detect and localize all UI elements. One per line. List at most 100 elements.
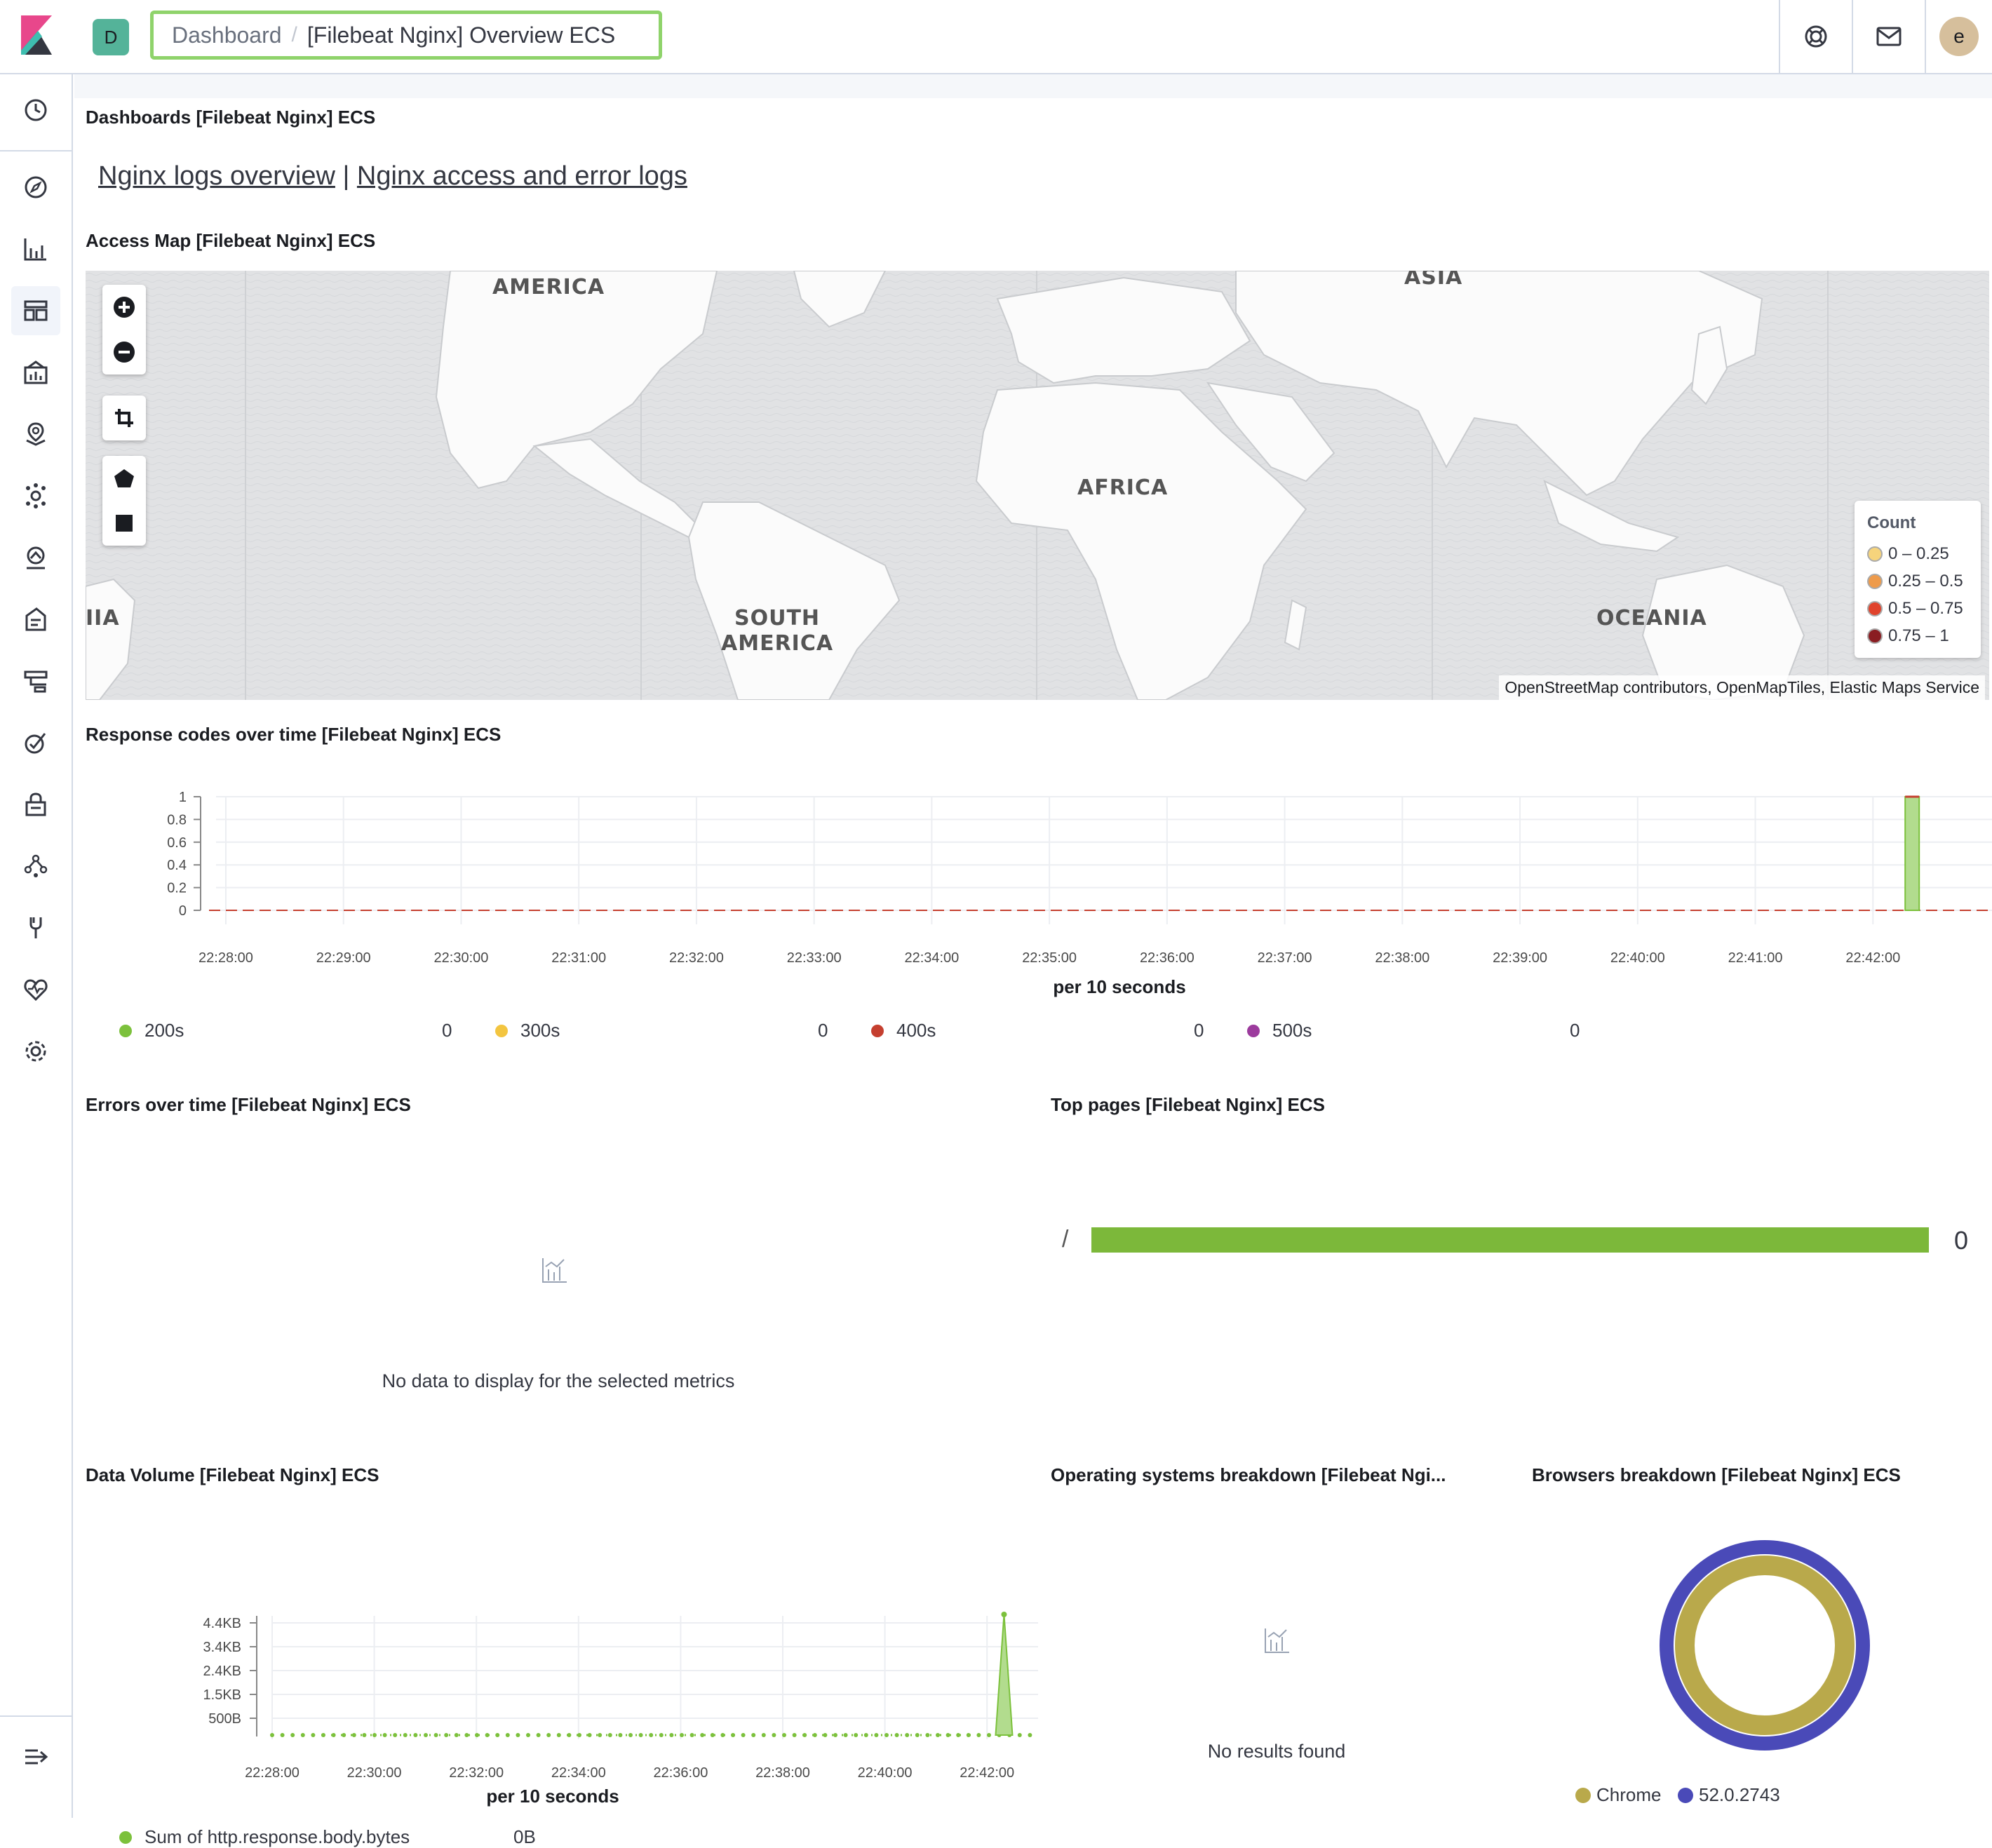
response-codes-chart[interactable]: 0 0.2 0.4 0.6 0.8 1 22:28:00 22:29:00 22:30:00 2… [116, 776, 1992, 1063]
user-menu-button[interactable]: e [1925, 0, 1992, 73]
nav-siem-button[interactable] [15, 784, 56, 825]
nginx-logs-overview-link[interactable]: Nginx logs overview [98, 161, 335, 191]
zoom-in-button[interactable] [102, 285, 146, 330]
crop-icon [115, 409, 133, 427]
nav-clock-button[interactable] [15, 90, 56, 130]
response-codes-xlabel: per 10 seconds [1053, 976, 1185, 997]
nav-compass-button[interactable] [15, 167, 56, 208]
x-tick-label: 22:28:00 [245, 1765, 300, 1781]
series-body-bytes-point [628, 1733, 633, 1737]
series-body-bytes-point [782, 1733, 786, 1737]
nav-collapse-button[interactable] [15, 1736, 56, 1777]
nav-ml-button[interactable] [15, 476, 56, 516]
series-body-bytes-point [710, 1733, 715, 1737]
map-legend: Count 0 – 0.25 0.25 – 0.5 0.5 – 0.75 0.7… [1855, 501, 1981, 658]
legend-value: 0 [818, 1020, 828, 1041]
browsers-donut-chart[interactable] [1655, 1536, 1874, 1755]
legend-label: Sum of http.response.body.bytes [144, 1826, 410, 1847]
y-tick-label: 4.4KB [203, 1616, 241, 1631]
clock-icon [25, 99, 47, 121]
legend-item-500s[interactable]: 500s [1247, 1020, 1312, 1041]
legend-dot-icon [495, 1024, 508, 1037]
series-body-bytes-point [659, 1733, 664, 1737]
series-body-bytes-point [567, 1733, 572, 1737]
links-separator: | [342, 161, 350, 191]
x-tick-label: 22:39:00 [1493, 950, 1547, 966]
x-tick-label: 22:37:00 [1258, 950, 1312, 966]
logs-icon [25, 607, 46, 631]
map-legend-label: 0 – 0.25 [1888, 544, 1949, 563]
donut-ring-chrome[interactable] [1675, 1556, 1855, 1735]
fit-bounds-button[interactable] [102, 396, 146, 440]
zoom-out-button[interactable] [102, 330, 146, 375]
nav-management-button[interactable] [15, 1031, 56, 1072]
legend-value: 0B [513, 1826, 536, 1847]
nav-divider [0, 1715, 72, 1717]
apm-icon [24, 670, 48, 693]
legend-label: 500s [1272, 1020, 1312, 1041]
legend-item-400s[interactable]: 400s [871, 1020, 936, 1041]
nav-uptime-button[interactable] [15, 722, 56, 763]
draw-polygon-button[interactable] [102, 456, 146, 501]
data-volume-chart[interactable]: 500B 1.5KB 2.4KB 3.4KB 4.4KB 22:28:00 22:30:0… [116, 1526, 1056, 1821]
nav-dev-tools-button[interactable] [15, 908, 56, 948]
nav-maps-button[interactable] [15, 414, 56, 454]
access-map[interactable]: AMERICA ASIA AFRICA SOUTH AMERICA OCEANI… [86, 271, 1989, 700]
nav-infrastructure-button[interactable] [15, 537, 56, 578]
dashboard-icon [24, 300, 48, 321]
series-body-bytes-point [936, 1733, 940, 1737]
nav-monitoring-button[interactable] [15, 969, 56, 1010]
kibana-logo-icon[interactable] [21, 15, 52, 55]
series-body-bytes-point [536, 1733, 541, 1737]
draw-rectangle-button[interactable] [102, 501, 146, 546]
breadcrumb-dashboard-link[interactable]: Dashboard [172, 22, 282, 48]
legend-item-300s[interactable]: 300s [495, 1020, 560, 1041]
legend-value: 0 [442, 1020, 452, 1041]
series-body-bytes-point [280, 1733, 285, 1737]
series-body-bytes-point [454, 1733, 459, 1737]
map-attribution[interactable]: OpenStreetMap contributors, OpenMapTiles… [1499, 675, 1985, 700]
series-body-bytes-point [587, 1733, 592, 1737]
series-body-bytes-point [720, 1733, 725, 1737]
legend-item-200s[interactable]: 200s [119, 1020, 184, 1041]
legend-item-52-0-2743[interactable]: 52.0.2743 [1678, 1784, 1780, 1806]
x-tick-label: 22:31:00 [551, 950, 606, 966]
y-tick-label: 0 [179, 903, 187, 919]
legend-item-chrome[interactable]: Chrome [1575, 1784, 1661, 1806]
nav-canvas-button[interactable] [15, 352, 56, 393]
legend-value: 0 [1194, 1020, 1204, 1041]
x-tick-label: 22:34:00 [551, 1765, 606, 1781]
space-avatar[interactable]: D [93, 19, 129, 55]
nginx-access-error-logs-link[interactable]: Nginx access and error logs [357, 161, 687, 191]
series-body-bytes-point [905, 1733, 910, 1737]
series-body-bytes-point [966, 1733, 971, 1737]
legend-label: 300s [520, 1020, 560, 1041]
nav-apm-button[interactable] [15, 661, 56, 701]
world-map-background [86, 271, 1989, 700]
help-menu-button[interactable] [1779, 0, 1852, 73]
side-navigation [0, 74, 73, 1818]
minus-circle-icon [114, 342, 135, 363]
nav-visualize-button[interactable] [15, 229, 56, 269]
nav-graph-button[interactable] [15, 846, 56, 886]
nav-logs-button[interactable] [15, 599, 56, 640]
legend-swatch-icon [1867, 546, 1883, 562]
series-body-bytes-point [731, 1733, 735, 1737]
newsfeed-button[interactable] [1852, 0, 1925, 73]
series-body-bytes-point [351, 1733, 356, 1737]
legend-dot-icon [871, 1024, 884, 1037]
nav-dashboard-button[interactable] [11, 286, 60, 335]
series-body-bytes-point [526, 1733, 530, 1737]
top-page-bar[interactable] [1091, 1227, 1929, 1253]
donut-ring-52-0-2743[interactable] [1660, 1540, 1870, 1751]
y-tick-label: 0.4 [167, 858, 187, 873]
series-body-bytes-point [854, 1733, 859, 1737]
legend-item-body-bytes[interactable]: Sum of http.response.body.bytes [119, 1826, 410, 1848]
y-tick-label: 2.4KB [203, 1664, 241, 1679]
series-body-bytes-point [607, 1733, 612, 1737]
series-body-bytes-point [823, 1733, 828, 1737]
legend-label: 200s [144, 1020, 184, 1041]
series-body-bytes-point [649, 1733, 654, 1737]
y-tick-label: 0.6 [167, 835, 187, 851]
series-body-bytes-point [915, 1733, 920, 1737]
